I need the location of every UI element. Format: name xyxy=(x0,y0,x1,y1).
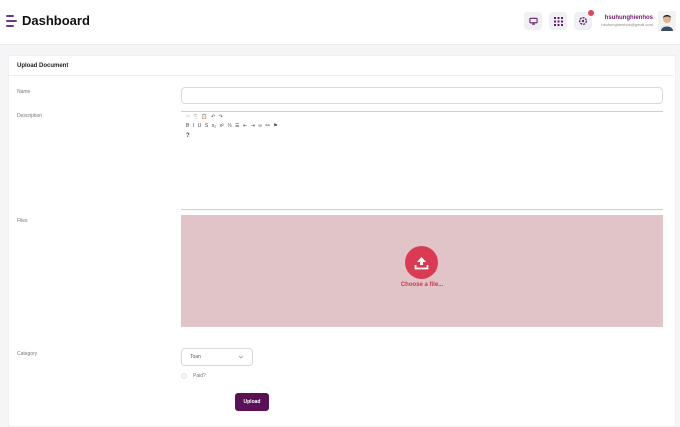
editor-top-border xyxy=(181,111,663,112)
underline-icon[interactable]: U xyxy=(198,123,202,129)
description-label: Description xyxy=(17,113,43,119)
numbered-list-icon[interactable]: ⅓ xyxy=(227,123,231,129)
paid-label: Paid? xyxy=(193,373,206,379)
upload-icon xyxy=(414,256,429,269)
grid-icon xyxy=(553,16,563,26)
card-title: Upload Document xyxy=(17,63,69,69)
upload-button[interactable]: Upload xyxy=(235,393,269,411)
copy-icon[interactable]: ⎘ xyxy=(194,114,198,120)
superscript-icon[interactable]: x² xyxy=(220,123,224,129)
italic-icon[interactable]: I xyxy=(193,123,194,129)
undo-icon[interactable]: ↶ xyxy=(211,114,215,120)
gear-icon xyxy=(579,17,587,25)
monitor-button[interactable] xyxy=(524,12,542,30)
unlink-icon[interactable]: ⚯ xyxy=(265,123,269,129)
paid-checkbox[interactable] xyxy=(181,373,187,379)
chevron-down-icon xyxy=(238,355,244,359)
category-select[interactable]: Toan xyxy=(181,348,253,366)
indent-icon[interactable]: ⇥ xyxy=(251,123,255,129)
strikethrough-icon[interactable]: S xyxy=(205,123,208,129)
notification-badge xyxy=(587,9,595,17)
redo-icon[interactable]: ↷ xyxy=(219,114,223,120)
link-icon[interactable]: ∞ xyxy=(258,123,262,129)
outdent-icon[interactable]: ⇤ xyxy=(243,123,247,129)
avatar[interactable] xyxy=(658,11,676,31)
upload-circle[interactable] xyxy=(405,246,438,279)
paste-icon[interactable]: 📋 xyxy=(201,114,207,120)
category-select-value: Toan xyxy=(190,354,201,360)
name-input[interactable] xyxy=(181,87,663,104)
menu-icon[interactable] xyxy=(6,15,17,27)
bulleted-list-icon[interactable]: ☰ xyxy=(235,123,239,129)
monitor-icon xyxy=(528,17,538,25)
choose-file-link[interactable]: Choose a file... xyxy=(372,282,472,288)
files-label: Files xyxy=(17,218,28,224)
bold-icon[interactable]: B xyxy=(186,123,189,129)
apps-button[interactable] xyxy=(549,12,567,30)
card-divider xyxy=(8,75,674,76)
editor-toolbar-row-2: B I U Sx₂ x² ⅓ ☰ ⇤ ⇥ ∞ ⚯ ⚑ xyxy=(186,123,281,129)
notifications-button[interactable] xyxy=(574,9,595,30)
editor-bottom-border xyxy=(181,209,663,210)
page-title: Dashboard xyxy=(22,13,90,28)
editor-toolbar-row-1: ✂ ⎘ 📋 ↶ ↷ xyxy=(186,114,226,120)
subscript-icon[interactable]: x₂ xyxy=(212,123,216,129)
help-icon[interactable]: ? xyxy=(186,133,190,139)
name-label: Name xyxy=(17,89,31,95)
user-email: hsuhunghienhos@gmail.com xyxy=(601,22,653,27)
cut-icon[interactable]: ✂ xyxy=(186,114,190,120)
user-name[interactable]: hsuhunghienhos xyxy=(605,15,653,21)
top-bar: Dashboard hsuhunghienhos hsuhunghienhos@… xyxy=(0,0,680,45)
category-label: Category xyxy=(17,351,38,357)
anchor-flag-icon[interactable]: ⚑ xyxy=(273,123,277,129)
